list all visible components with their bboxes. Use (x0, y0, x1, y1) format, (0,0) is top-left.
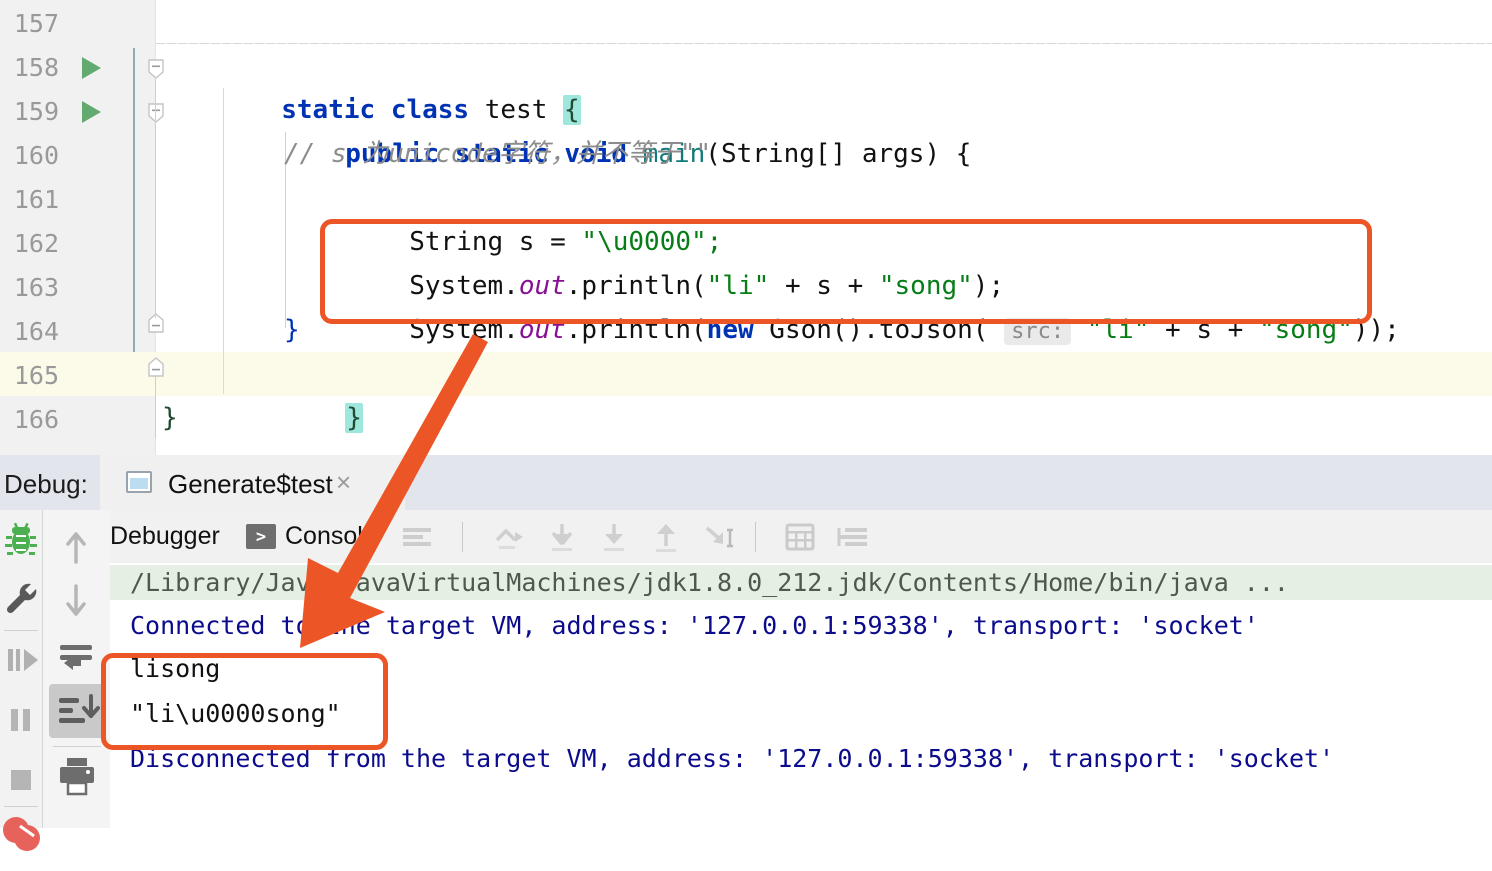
scroll-to-end-icon[interactable] (49, 684, 105, 738)
gutter-row: 160 (0, 132, 155, 176)
code-line-166: } (162, 403, 178, 433)
gutter-row: 159 (0, 88, 155, 132)
code-editor[interactable]: 157 158 159 160 161 162 163 164 165 166 … (0, 0, 1492, 455)
toolbar-divider (755, 522, 756, 552)
settings-wrench-icon[interactable] (0, 568, 42, 628)
force-step-into-icon[interactable] (589, 510, 639, 563)
code-line-165: } (156, 352, 1492, 433)
sort-icon[interactable] (827, 510, 877, 563)
run-gutter-icon[interactable] (82, 57, 101, 79)
step-into-icon[interactable] (537, 510, 587, 563)
debug-header: Debug: Generate$test × (0, 455, 1492, 514)
console-output[interactable]: /Library/Java/JavaVirtualMachines/jdk1.8… (110, 563, 1492, 828)
gutter-row: 162 (0, 220, 155, 264)
soft-wrap-icon[interactable] (43, 628, 110, 682)
code-line-161: String s = "\u0000"; (156, 176, 1492, 257)
layout-settings-icon[interactable] (392, 510, 442, 563)
pause-program-icon[interactable] (0, 690, 42, 750)
tab-debugger-label: Debugger (110, 522, 220, 550)
rail-divider (53, 746, 101, 747)
gutter-row: 158 (0, 44, 155, 88)
debug-window-label: Debug: (4, 469, 88, 499)
step-out-icon[interactable] (641, 510, 691, 563)
debug-tool-window: Debug: Generate$test × Debugger > Consol… (0, 455, 1492, 851)
debug-bug-icon[interactable] (0, 510, 42, 570)
code-line-159: public static void main(String[] args) { (156, 88, 1492, 169)
debug-tabbar[interactable]: Debugger > Console (110, 510, 1492, 567)
line-number: 158 (13, 53, 59, 82)
step-over-icon[interactable] (485, 510, 535, 563)
stop-program-icon[interactable] (0, 750, 42, 810)
gutter-row: 161 (0, 176, 155, 220)
resume-program-icon[interactable] (0, 630, 42, 690)
console-line-output-1: lisong (130, 654, 221, 683)
close-icon[interactable]: × (336, 467, 351, 498)
gutter-row: 166 (0, 396, 155, 440)
print-icon[interactable] (43, 750, 110, 804)
line-number: 166 (13, 405, 59, 434)
toolbar-divider (462, 522, 463, 552)
line-number: 163 (13, 273, 59, 302)
session-window-icon (126, 471, 152, 493)
gutter-row: 164 (0, 308, 155, 352)
console-line-connected: Connected to the target VM, address: '12… (130, 611, 1259, 640)
run-to-cursor-icon[interactable] (693, 510, 743, 563)
code-line-158: static class test { (156, 44, 1492, 125)
line-number-current: 165 (13, 361, 59, 390)
console-line-output-2: "li\u0000song" (130, 699, 341, 728)
console-icon: > (246, 524, 276, 549)
tab-console[interactable]: > Console (228, 510, 395, 567)
evaluate-expression-icon[interactable] (775, 510, 825, 563)
console-line-command: /Library/Java/JavaVirtualMachines/jdk1.8… (130, 568, 1289, 597)
gutter-row: 163 (0, 264, 155, 308)
line-number: 164 (13, 317, 59, 346)
line-number: 160 (13, 141, 59, 170)
line-number: 157 (13, 9, 59, 38)
line-number: 162 (13, 229, 59, 258)
code-line-164: } (284, 315, 300, 345)
gutter-row: 157 (0, 0, 155, 44)
ide-screenshot: 157 158 159 160 161 162 163 164 165 166 … (0, 0, 1492, 851)
tab-console-label: Console (285, 522, 377, 550)
line-number: 161 (13, 185, 59, 214)
line-number: 159 (13, 97, 59, 126)
gutter-row: 165 (0, 352, 155, 396)
debug-actions-rail[interactable] (0, 510, 43, 851)
code-line-160-comment: // s 为unicode字符，并不等于"" (284, 139, 712, 169)
debug-session-tab[interactable]: Generate$test × (100, 455, 405, 514)
code-line-162: System.out.println("li" + s + "song"); (156, 220, 1492, 301)
code-line-163: System.out.println(new Gson().toJson( sr… (156, 264, 1492, 345)
down-arrow-icon[interactable] (43, 574, 110, 628)
run-gutter-icon[interactable] (82, 101, 101, 123)
code-text-area[interactable]: static class test { public static void m… (156, 0, 1492, 455)
debug-session-title: Generate$test (168, 469, 333, 499)
console-line-disconnected: Disconnected from the target VM, address… (130, 744, 1335, 773)
view-breakpoints-icon[interactable] (0, 806, 42, 866)
